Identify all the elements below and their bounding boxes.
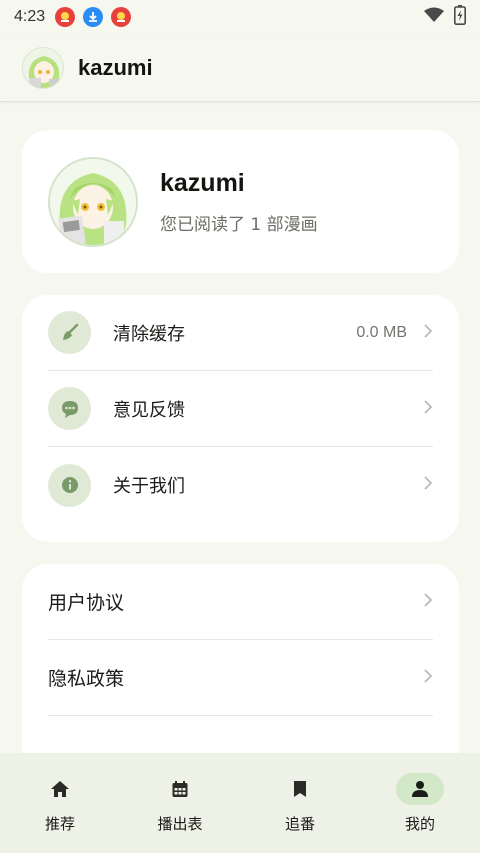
broom-icon (48, 311, 91, 354)
profile-name: kazumi (160, 168, 245, 197)
info-icon (48, 463, 91, 507)
nav-item-schedule[interactable]: 播出表 (120, 753, 240, 853)
avatar[interactable] (22, 46, 64, 89)
privacy-policy-row[interactable]: 隐私政策 (48, 640, 433, 716)
app-badge-icon (55, 7, 76, 27)
nav-item-mine[interactable]: 我的 (360, 753, 480, 853)
settings-card: 清除缓存 0.0 MB 意见反馈 关于我们 (22, 295, 459, 542)
reading-count: 您已阅读了 1 部漫画 (160, 214, 318, 235)
app-title: kazumi (78, 54, 153, 80)
nav-item-following[interactable]: 追番 (240, 753, 360, 853)
battery-charging-icon (454, 5, 466, 29)
nav-label: 推荐 (44, 815, 75, 833)
person-icon (396, 773, 444, 805)
top-app-bar: kazumi (0, 34, 480, 102)
feedback-row[interactable]: 意见反馈 (48, 371, 433, 447)
profile-avatar[interactable] (48, 156, 138, 247)
nav-label: 追番 (284, 815, 315, 833)
bookmark-icon (276, 773, 324, 805)
wifi-icon (424, 7, 444, 27)
bottom-navigation: 推荐 播出表 追番 我的 (0, 753, 480, 853)
app-badge-icon (111, 7, 132, 27)
profile-card: kazumi 您已阅读了 1 部漫画 (22, 130, 459, 273)
chevron-right-icon (423, 592, 433, 612)
clear-cache-label: 清除缓存 (113, 323, 185, 345)
nav-label: 播出表 (157, 815, 203, 833)
status-bar: 4:23 (0, 0, 480, 34)
chevron-right-icon (423, 668, 433, 688)
chevron-right-icon (423, 399, 433, 419)
chevron-right-icon (423, 475, 433, 495)
privacy-policy-label: 隐私政策 (48, 668, 125, 690)
cache-size: 0.0 MB (356, 323, 407, 341)
clear-cache-row[interactable]: 清除缓存 0.0 MB (48, 295, 433, 371)
calendar-icon (156, 773, 204, 805)
user-agreement-label: 用户协议 (48, 592, 125, 614)
home-icon (36, 773, 84, 805)
nav-label: 我的 (404, 815, 435, 833)
chevron-right-icon (423, 323, 433, 343)
status-time: 4:23 (14, 8, 46, 25)
nav-item-recommend[interactable]: 推荐 (0, 753, 120, 853)
feedback-label: 意见反馈 (113, 399, 185, 421)
download-icon (83, 7, 104, 27)
user-agreement-row[interactable]: 用户协议 (48, 564, 433, 640)
feedback-icon (48, 387, 91, 430)
about-us-label: 关于我们 (113, 476, 185, 497)
about-us-row[interactable]: 关于我们 (48, 447, 433, 523)
